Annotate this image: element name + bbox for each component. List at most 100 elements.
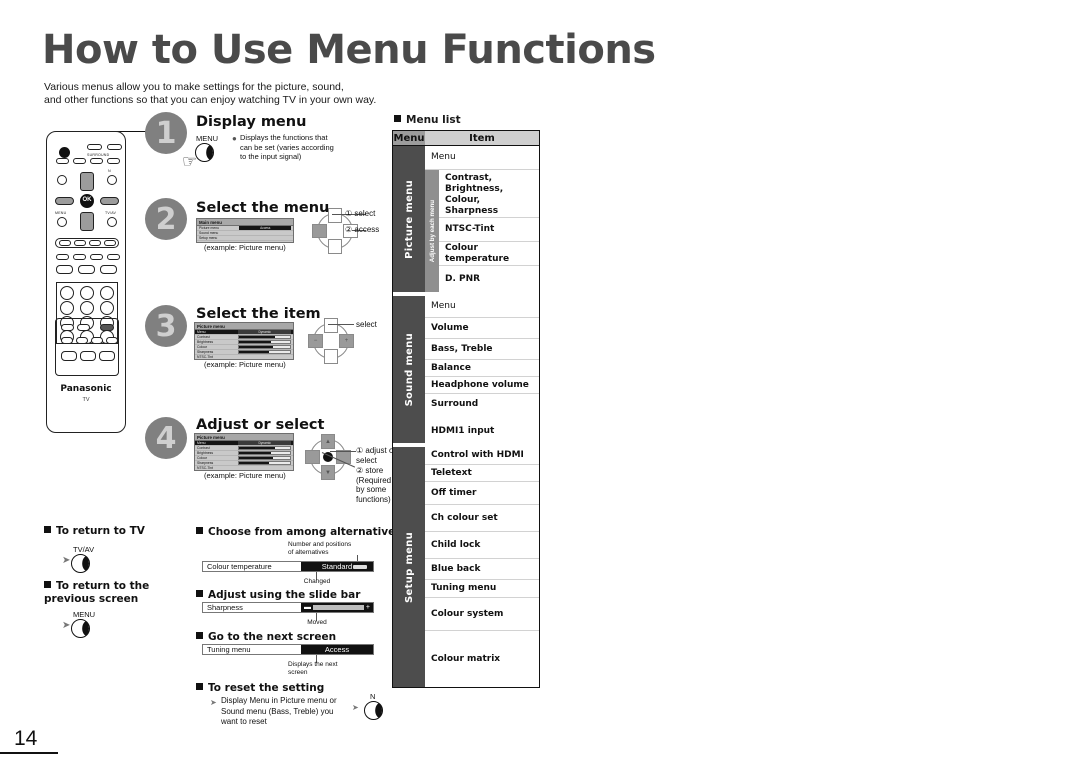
table-row: Child lock	[425, 532, 539, 559]
digit-key	[80, 301, 94, 315]
intro-paragraph: Various menus allow you to make settings…	[44, 81, 377, 106]
dpad-down-key	[324, 349, 338, 364]
remote-key	[57, 175, 67, 185]
table-row: Blue back	[425, 559, 539, 580]
table-row: Contrast, Brightness, Colour, Sharpness	[439, 170, 539, 218]
subgroup-label: Adjust by each menu	[425, 170, 439, 292]
dpad-down-key	[328, 239, 342, 254]
osd-row-label: Brightness	[197, 451, 214, 455]
table-row: Balance	[425, 360, 539, 377]
osd-row-label: Colour	[197, 456, 207, 460]
osd-row-label: Contrast	[197, 446, 210, 450]
subgroup-adjust-by-each-menu: Adjust by each menu Contrast, Brightness…	[425, 170, 539, 292]
page-rule	[0, 752, 58, 754]
osd-row-label: NTSC-Tint	[197, 466, 213, 470]
table-row: Teletext	[425, 465, 539, 482]
column-header-menu: Menu	[393, 131, 425, 145]
reset-text: Display Menu in Picture menu or Sound me…	[221, 696, 337, 726]
remote-key	[100, 324, 114, 331]
dpad-up-key: ▲	[321, 434, 335, 449]
digit-key	[100, 286, 114, 300]
alternatives-position-indicator	[353, 565, 367, 569]
remote-key	[100, 265, 117, 274]
step-4-dpad-illustration: ▲ ▼	[305, 434, 351, 480]
nextscreen-note-bottom: Displays the next screen	[288, 661, 338, 676]
alternatives-note-top: Number and positions of alternatives	[288, 541, 352, 556]
menu-key-glyph	[195, 143, 214, 162]
digit-key	[100, 301, 114, 315]
table-header-row: Menu Item	[393, 131, 539, 146]
step-4-callout-1: ① adjust or select	[356, 446, 396, 465]
table-row: Ch colour set	[425, 505, 539, 532]
step-4-callout-2: ② store (Required by some functions)	[356, 466, 392, 504]
table-row: Menu	[425, 146, 539, 170]
alternatives-example-bar: Colour temperature Standard	[202, 561, 374, 572]
osd-row-label: Sharpness	[197, 350, 214, 354]
group-label-setup-menu: Setup menu	[393, 447, 425, 687]
digit-key	[80, 286, 94, 300]
n-key-label: N	[370, 692, 376, 701]
arrow-icon: ➤	[62, 555, 71, 566]
group-body: Menu Volume Bass, Treble Balance Headpho…	[425, 296, 539, 443]
remote-key	[90, 158, 103, 164]
table-row: D. PNR	[445, 273, 481, 284]
step-2-callout-1: ① select	[345, 209, 376, 218]
tvav-key-glyph	[71, 554, 90, 573]
remote-key	[107, 254, 120, 260]
nextscreen-row-value: Access	[301, 645, 373, 654]
osd-row-label: Sound menu	[199, 231, 219, 235]
osd-row-label: Setup menu	[199, 236, 218, 240]
table-row: Surround	[431, 399, 479, 409]
page-title: How to Use Menu Functions	[42, 27, 656, 73]
osd-row-label: Menu	[197, 330, 206, 334]
remote-key	[106, 337, 118, 344]
remote-key	[78, 265, 95, 274]
menu-key-glyph-2	[71, 619, 90, 638]
step-4-title: Adjust or select	[196, 417, 325, 433]
step-4-number: 4	[145, 417, 187, 459]
slidebar-note-bottom: Moved	[307, 619, 327, 626]
tvav-key	[107, 217, 117, 227]
dpad-up-key	[324, 318, 338, 333]
return-to-previous-heading: To return to the previous screen	[44, 580, 150, 605]
colour-key	[59, 240, 71, 246]
step-3-callout-1: select	[356, 320, 377, 329]
remote-key	[56, 265, 73, 274]
plus-icon: +	[365, 604, 370, 611]
ok-label: OK	[82, 197, 92, 203]
alternatives-heading: Choose from among alternatives	[196, 526, 401, 539]
osd-row-label: Contrast	[197, 335, 210, 339]
n-key	[107, 175, 117, 185]
step-3-osd-screenshot: Picture menu Menu Dynamic Contrast Brigh…	[194, 322, 294, 360]
remote-key	[56, 158, 69, 164]
subgroup-body: Contrast, Brightness, Colour, Sharpness …	[439, 170, 539, 292]
remote-control-illustration: SURROUND N OK MENU TV/AV Panasonic TV	[46, 131, 126, 433]
down-key	[80, 212, 94, 231]
slidebar-row-label: Sharpness	[207, 603, 243, 612]
table-row: Off timer	[425, 482, 539, 505]
group-picture-menu: Picture menu Menu Adjust by each menu Co…	[393, 146, 539, 292]
remote-key	[90, 254, 103, 260]
step-2-caption: (example: Picture menu)	[204, 243, 286, 252]
up-key	[80, 172, 94, 191]
remote-key	[56, 254, 69, 260]
remote-key	[107, 144, 122, 150]
step-1-number: 1	[145, 112, 187, 154]
osd-row: Setup menu	[197, 236, 293, 241]
osd-row-value: Access	[239, 226, 291, 230]
group-body: Menu Adjust by each menu Contrast, Brigh…	[425, 146, 539, 292]
remote-lower-section	[55, 318, 119, 376]
brand-sublabel: TV	[82, 397, 90, 403]
slidebar-row-value: ▬ +	[301, 603, 373, 612]
pointing-hand-icon: ☞	[182, 152, 198, 171]
plus-key	[100, 197, 119, 205]
osd-row-value: Dynamic	[238, 330, 291, 334]
arrow-icon: ➤	[62, 620, 71, 631]
surround-label: SURROUND	[87, 153, 110, 157]
alternatives-note-bottom: Changed	[303, 578, 331, 585]
step-1-title: Display menu	[196, 114, 307, 130]
dpad-up-key	[328, 208, 342, 223]
menu-key-label-2: MENU	[73, 610, 96, 619]
minus-key	[55, 197, 74, 205]
table-row: NTSC-Tint	[439, 218, 539, 242]
